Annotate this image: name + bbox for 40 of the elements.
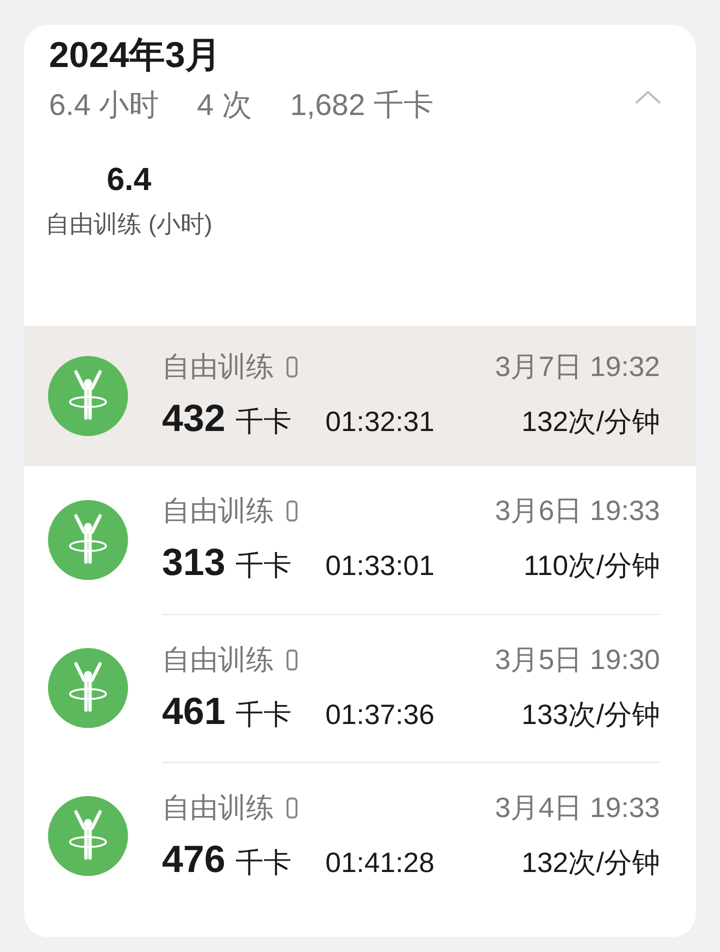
- workout-name: 自由训练: [162, 642, 274, 676]
- calories-value: 313: [162, 541, 226, 585]
- hula-hoop-icon: [48, 796, 128, 876]
- summary-stat: 6.4 小时: [49, 88, 160, 124]
- calories-value: 432: [162, 397, 226, 441]
- hula-hoop-icon: [48, 648, 128, 728]
- chevron-up-icon[interactable]: [634, 89, 662, 105]
- duration: 01:37:36: [325, 698, 434, 732]
- workout-name: 自由训练: [162, 790, 274, 824]
- heart-rate: 133次/分钟: [522, 698, 660, 732]
- watch-icon: [286, 648, 298, 670]
- hula-hoop-icon: [48, 500, 128, 580]
- workout-time: 3月7日 19:32: [495, 350, 660, 384]
- watch-icon: [286, 796, 298, 818]
- duration: 01:41:28: [325, 846, 434, 880]
- heart-rate: 110次/分钟: [524, 549, 660, 583]
- duration: 01:33:01: [325, 549, 434, 583]
- summary-stat: 1,682 千卡: [290, 88, 434, 124]
- watch-icon: [286, 356, 298, 378]
- stat-label: 自由训练 (小时): [46, 210, 212, 240]
- stat-value: 6.4: [106, 160, 152, 199]
- calories-value: 476: [162, 838, 226, 882]
- workout-time: 3月5日 19:30: [495, 642, 660, 676]
- calories-unit: 千卡: [235, 405, 292, 439]
- calories-value: 461: [162, 690, 226, 734]
- summary-stat: 4 次: [197, 88, 252, 124]
- workout-name: 自由训练: [162, 494, 274, 528]
- workout-time: 3月4日 19:33: [495, 790, 660, 824]
- calories-unit: 千卡: [235, 846, 292, 880]
- calories-unit: 千卡: [235, 698, 292, 732]
- workout-time: 3月6日 19:33: [495, 494, 660, 528]
- heart-rate: 132次/分钟: [522, 846, 660, 880]
- calories-unit: 千卡: [235, 549, 292, 583]
- hula-hoop-icon: [48, 356, 128, 436]
- heart-rate: 132次/分钟: [522, 405, 660, 439]
- duration: 01:32:31: [325, 405, 434, 439]
- watch-icon: [286, 500, 298, 522]
- month-title: 2024年3月: [49, 33, 222, 77]
- workout-name: 自由训练: [162, 350, 274, 384]
- workout-row[interactable]: 自由训练 3月7日 19:32 432 千卡 01:32:31 132次/分钟: [24, 326, 696, 466]
